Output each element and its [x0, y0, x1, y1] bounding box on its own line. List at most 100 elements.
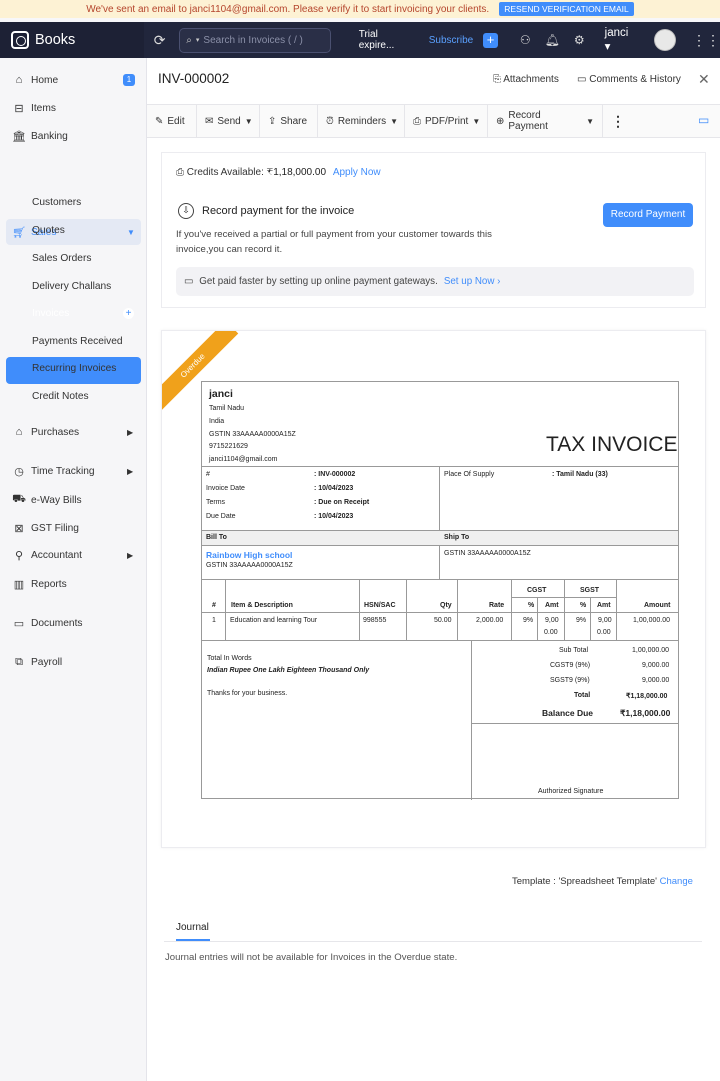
edit-button[interactable]: ✎ Edit	[147, 105, 197, 137]
recent-history-icon[interactable]: ⟳	[154, 32, 172, 49]
sidebar-item-items[interactable]: ⊟ Items	[0, 100, 147, 116]
pdf-print-button[interactable]: ⎙ PDF/Print ▼	[405, 105, 488, 137]
org-email: janci1104@gmail.com	[209, 456, 278, 463]
sidebar-item-label: Accountant	[31, 549, 82, 561]
sidebar-item-payments-received[interactable]: Payments Received	[0, 333, 147, 349]
reminders-button[interactable]: ⏰︎ Reminders ▼	[318, 105, 405, 137]
sidebar: ⌂ Home 1 ⊟ Items 🏛︎ Banking 🛒︎ Sales ▼ C…	[0, 58, 147, 1081]
invoice-number-label: #	[206, 471, 210, 478]
banner-message: We've sent an email to janci1104@gmail.c…	[86, 3, 490, 15]
sidebar-item-label: Customers	[32, 196, 82, 208]
chat-icon[interactable]: ▭	[698, 113, 709, 127]
quick-create-plus-icon[interactable]: +	[483, 32, 498, 48]
balance-due-label: Balance Due	[542, 708, 594, 718]
sidebar-item-label: Delivery Challans	[32, 280, 112, 292]
sidebar-item-accountant[interactable]: ⚲ Accountant ▶	[0, 547, 147, 563]
close-icon[interactable]: ✕	[698, 71, 710, 88]
chevron-right-icon: ▶	[127, 550, 134, 560]
send-button[interactable]: ✉ Send ▼	[197, 105, 260, 137]
row-cgst-pct: 9%	[523, 617, 534, 624]
record-payment-button[interactable]: Record Payment	[603, 203, 693, 227]
subscribe-link[interactable]: Subscribe	[429, 35, 473, 46]
change-template-link[interactable]: Change	[660, 876, 693, 887]
record-payment-toolbar-button[interactable]: ⊕ Record Payment ▼	[488, 105, 603, 137]
sidebar-item-recurring-invoices[interactable]: Recurring Invoices	[0, 360, 147, 376]
sidebar-item-home[interactable]: ⌂ Home 1	[0, 72, 147, 88]
sidebar-item-gst-filing[interactable]: ⊠ GST Filing	[0, 520, 147, 536]
sidebar-item-invoices[interactable]: Invoices +	[0, 305, 147, 321]
sidebar-item-reports[interactable]: ▥ Reports	[0, 576, 147, 592]
more-options-icon[interactable]: ⋮	[603, 105, 633, 137]
brand[interactable]: Books	[0, 22, 144, 58]
attachments-button[interactable]: ⎘ Attachments	[493, 74, 559, 85]
search-input[interactable]: ⌕ ▾ Search in Invoices ( / )	[179, 27, 331, 53]
sidebar-item-label: Documents	[31, 617, 83, 629]
total-in-words-label: Total In Words	[207, 655, 252, 662]
sidebar-item-credit-notes[interactable]: Credit Notes	[0, 388, 147, 404]
tab-journal-underline	[176, 939, 210, 941]
add-invoice-plus-icon[interactable]: +	[123, 307, 134, 319]
authorized-signature-label: Authorized Signature	[538, 788, 604, 795]
resend-verification-button[interactable]: RESEND VERIFICATION EMAIL	[499, 2, 634, 16]
ship-to-label: Ship To	[444, 534, 470, 541]
place-of-supply-value: : Tamil Nadu (33)	[552, 471, 608, 478]
sidebar-item-eway-bills[interactable]: ⛟ e-Way Bills	[0, 492, 147, 508]
total-in-words-value: Indian Rupee One Lakh Eighteen Thousand …	[207, 667, 370, 674]
sidebar-item-label: Payroll	[31, 656, 63, 668]
col-qty-header: Qty	[440, 602, 452, 609]
apply-now-link[interactable]: Apply Now	[333, 167, 381, 178]
sidebar-item-quotes[interactable]: Quotes	[0, 222, 147, 238]
sidebar-item-time-tracking[interactable]: ◷ Time Tracking ▶	[0, 463, 147, 479]
sidebar-item-label: Purchases	[31, 426, 80, 438]
org-state: Tamil Nadu	[209, 405, 245, 412]
sidebar-item-customers[interactable]: Customers	[0, 194, 147, 210]
invoice-sheet: janci Tamil Nadu India GSTIN 33AAAAA0000…	[201, 381, 679, 800]
journal-divider	[164, 941, 702, 942]
notifications-bell-icon[interactable]: 🔔︎	[545, 33, 560, 47]
sidebar-item-label: Payments Received	[32, 335, 123, 347]
download-circle-icon: ⇩	[178, 203, 194, 219]
apps-grid-icon[interactable]: ⋮⋮	[692, 32, 720, 49]
user-menu[interactable]: janci ▾	[605, 27, 637, 53]
top-bar: Books ⟳ ⌕ ▾ Search in Invoices ( / ) Tri…	[0, 22, 720, 58]
settings-gear-icon[interactable]: ⚙	[574, 33, 585, 47]
credits-value: ₹1,18,000.00	[266, 167, 327, 178]
share-button[interactable]: ⇪ Share	[260, 105, 318, 137]
customer-name-link[interactable]: Rainbow High school	[206, 550, 292, 560]
avatar[interactable]	[654, 29, 676, 51]
setup-now-link[interactable]: Set up Now ›	[444, 276, 501, 287]
row-amount: 1,00,000.00	[633, 617, 670, 624]
sidebar-item-purchases[interactable]: ⌂ Purchases ▶	[0, 424, 147, 440]
col-hsn-header: HSN/SAC	[364, 602, 396, 609]
chevron-down-icon: ▼	[586, 116, 594, 126]
page-title: INV-000002	[158, 71, 230, 86]
template-label: Template : 'Spreadsheet Template'	[512, 876, 657, 887]
shopping-bag-icon: ⌂	[15, 426, 23, 438]
clock-icon: ◷	[14, 465, 24, 478]
sidebar-item-payroll[interactable]: ⧉ Payroll	[0, 654, 147, 670]
sidebar-item-documents[interactable]: ▭ Documents	[0, 615, 147, 631]
sidebar-item-label: e-Way Bills	[31, 494, 82, 506]
bar-chart-icon: ▥	[13, 578, 25, 591]
share-label: Share	[280, 115, 308, 127]
sidebar-item-label: Credit Notes	[32, 390, 89, 402]
refer-users-icon[interactable]: ⚇	[520, 33, 531, 47]
paperclip-icon: ⎘	[493, 74, 501, 85]
comments-history-button[interactable]: ▭ Comments & History	[577, 74, 681, 85]
search-filter-chevron-icon[interactable]: ▾	[196, 36, 200, 44]
payment-icon: ⊕	[496, 115, 505, 127]
subtotal-value: 1,00,000.00	[632, 647, 669, 654]
chevron-down-icon: ▼	[472, 116, 481, 126]
sidebar-item-label: Banking	[31, 130, 68, 142]
books-logo-icon	[11, 31, 29, 49]
due-date-label: Due Date	[206, 513, 236, 520]
sidebar-item-sales-orders[interactable]: Sales Orders	[0, 250, 147, 266]
sidebar-item-delivery-challans[interactable]: Delivery Challans	[0, 278, 147, 294]
comment-icon: ▭	[577, 74, 587, 85]
sidebar-item-banking[interactable]: 🏛︎ Banking	[0, 128, 147, 144]
search-placeholder: Search in Invoices ( / )	[203, 34, 303, 46]
share-icon: ⇪	[268, 115, 277, 127]
credits-icon: ⎙	[176, 167, 184, 178]
record-payment-label: Record Payment	[508, 110, 548, 132]
tab-journal[interactable]: Journal	[176, 922, 209, 933]
